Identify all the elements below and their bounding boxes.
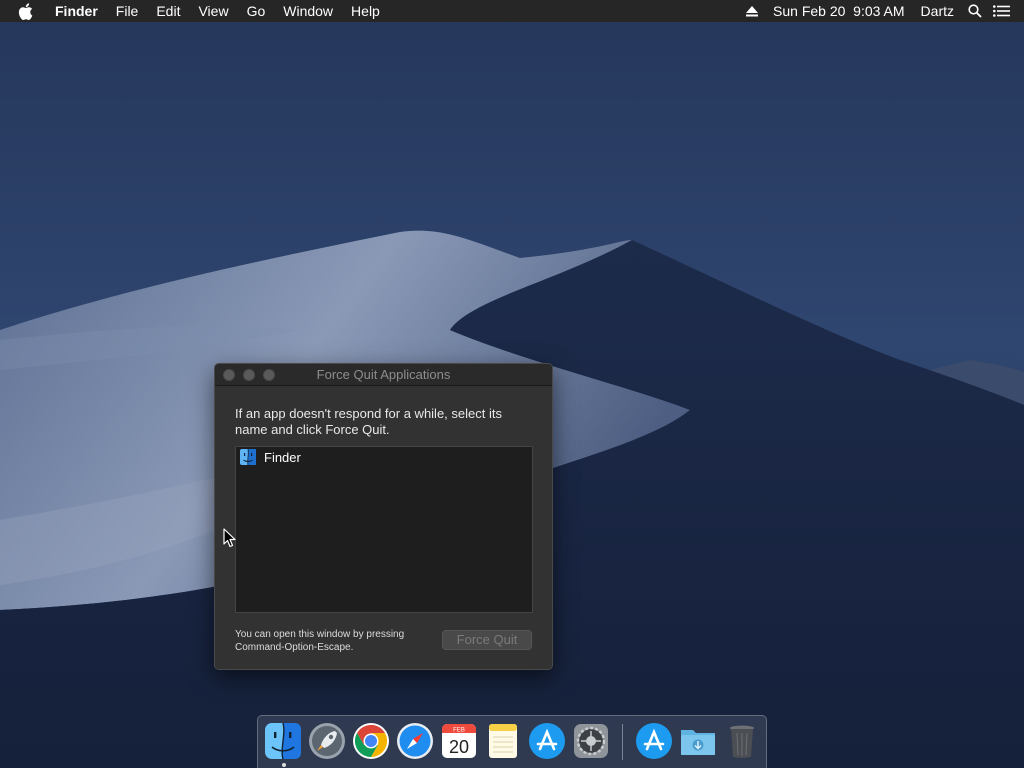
- trash-icon[interactable]: [723, 722, 761, 760]
- list-item[interactable]: Finder: [236, 447, 532, 467]
- menu-edit[interactable]: Edit: [147, 0, 189, 22]
- chrome-icon[interactable]: [352, 722, 390, 760]
- gear-icon[interactable]: [572, 722, 610, 760]
- window-titlebar[interactable]: Force Quit Applications: [215, 364, 552, 386]
- hint-line-2: Command-Option-Escape.: [235, 642, 354, 653]
- window-title: Force Quit Applications: [316, 367, 451, 382]
- app-store-icon[interactable]: [635, 722, 673, 760]
- menu-window[interactable]: Window: [274, 0, 342, 22]
- menu-bar-user[interactable]: Dartz: [913, 0, 962, 22]
- notepad-icon[interactable]: [484, 722, 522, 760]
- rocket-icon[interactable]: [308, 722, 346, 760]
- finder-icon[interactable]: [264, 722, 302, 760]
- apple-logo-icon[interactable]: [18, 0, 36, 22]
- menu-app-name[interactable]: Finder: [46, 0, 107, 22]
- mouse-pointer-icon: [223, 528, 236, 548]
- calendar-month: FEB: [453, 728, 465, 734]
- force-quit-button[interactable]: Force Quit: [442, 630, 532, 650]
- menu-bar-clock[interactable]: Sun Feb 20 9:03 AM: [765, 0, 913, 22]
- notification-center-icon[interactable]: [988, 0, 1014, 22]
- eject-icon[interactable]: [739, 0, 765, 22]
- finder-icon: [240, 449, 256, 465]
- menu-help[interactable]: Help: [342, 0, 389, 22]
- download-folder-icon[interactable]: [679, 722, 717, 760]
- menu-view[interactable]: View: [189, 0, 237, 22]
- app-store-icon[interactable]: [528, 722, 566, 760]
- menu-file[interactable]: File: [107, 0, 148, 22]
- force-quit-shortcut-hint: You can open this window by pressing Com…: [235, 628, 435, 654]
- spotlight-search-icon[interactable]: [962, 0, 988, 22]
- running-indicator: [282, 763, 286, 767]
- list-item-label: Finder: [264, 449, 301, 465]
- menu-go[interactable]: Go: [238, 0, 275, 22]
- calendar-day: 20: [449, 737, 469, 757]
- dock: FEB 20: [257, 715, 767, 768]
- hint-line-1: You can open this window by pressing: [235, 629, 405, 640]
- application-list[interactable]: Finder: [235, 446, 533, 613]
- force-quit-instructions: If an app doesn't respond for a while, s…: [235, 406, 502, 437]
- menu-bar-status-area: Sun Feb 20 9:03 AM Dartz: [739, 0, 1024, 22]
- compass-icon[interactable]: [396, 722, 434, 760]
- menu-bar: Finder File Edit View Go Window Help Sun…: [0, 0, 1024, 22]
- force-quit-window: Force Quit Applications If an app doesn'…: [214, 363, 553, 670]
- calendar-icon[interactable]: FEB 20: [440, 722, 478, 760]
- dock-separator: [622, 724, 623, 760]
